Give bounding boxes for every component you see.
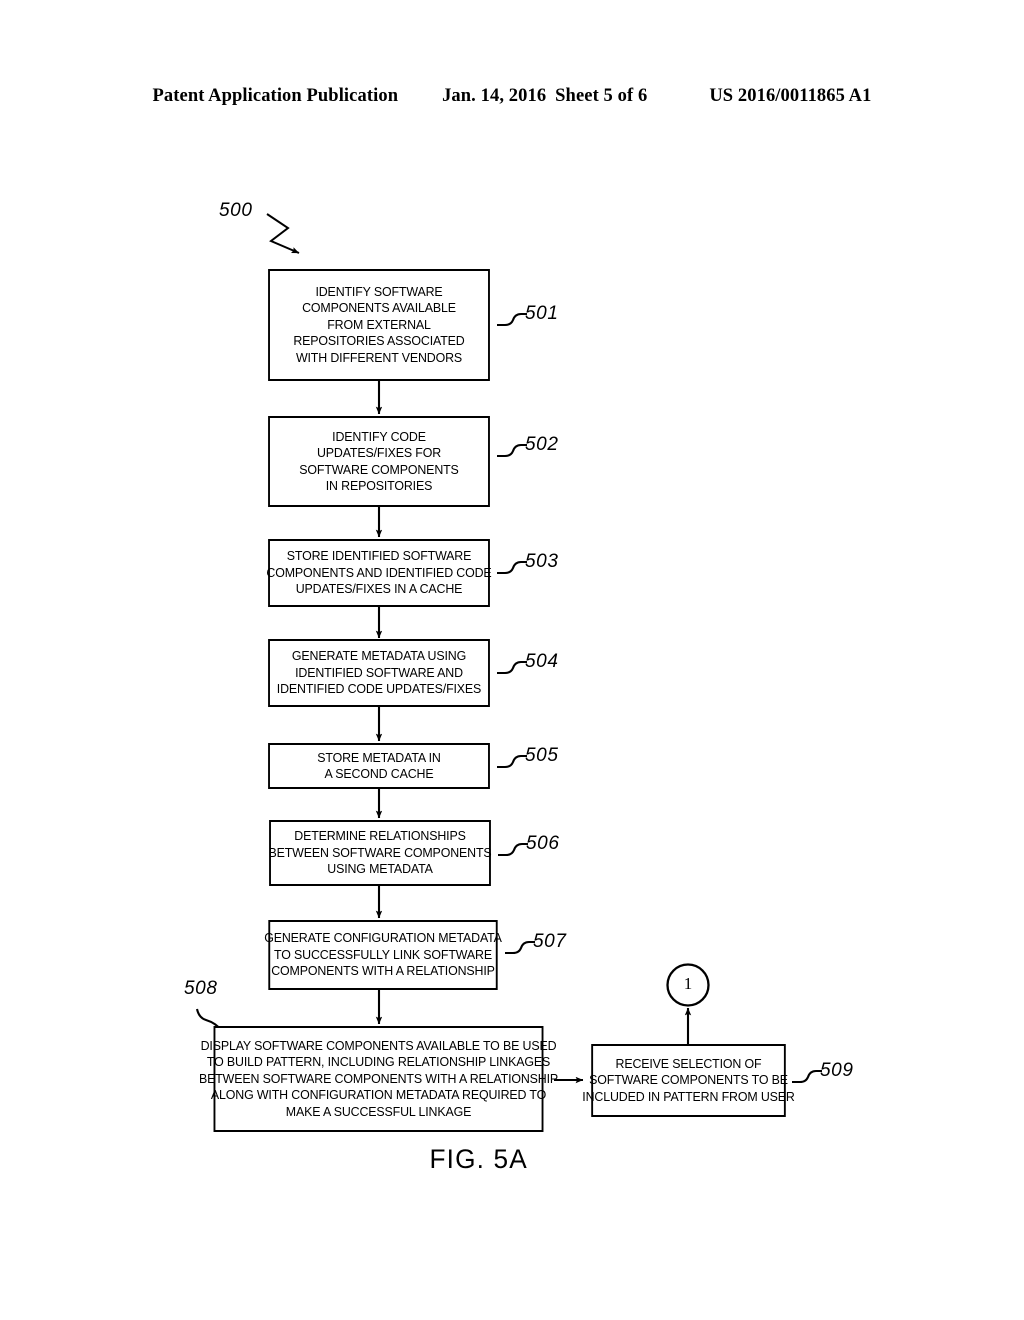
flow-box-509-line-3: INCLUDED IN PATTERN FROM USER [582,1088,795,1104]
connector-circle-label: 1 [683,974,693,993]
flow-box-502[interactable]: IDENTIFY CODE UPDATES/FIXES FOR SOFTWARE… [268,416,490,507]
flow-box-507-line-3: COMPONENTS WITH A RELATIONSHIP [271,963,495,979]
ref-number-506: 506 [526,833,560,854]
flow-box-504[interactable]: GENERATE METADATA USING IDENTIFIED SOFTW… [268,639,490,707]
ref-number-503: 503 [525,551,559,572]
flow-box-501-line-1: IDENTIFY SOFTWARE [315,283,443,299]
flowchart-ref-leader [266,213,300,254]
ref-number-508: 508 [184,978,218,999]
ref-number-502: 502 [525,434,559,455]
flow-box-509-line-1: RECEIVE SELECTION OF [615,1055,762,1071]
ref-leader-507 [505,940,535,955]
ref-leader-509 [792,1069,822,1084]
flow-box-502-line-2: UPDATES/FIXES FOR [316,445,442,461]
flow-box-503-line-3: UPDATES/FIXES IN A CACHE [295,581,463,597]
ref-number-504: 504 [525,651,559,672]
figure-caption: FIG. 5A [429,1144,528,1174]
flow-box-508[interactable]: DISPLAY SOFTWARE COMPONENTS AVAILABLE TO… [199,1026,558,1132]
flow-box-506-line-3: USING METADATA [327,861,433,877]
flow-box-501-line-3: FROM EXTERNAL [327,316,431,332]
flow-box-503-line-1: STORE IDENTIFIED SOFTWARE [286,548,472,564]
flow-box-501-line-2: COMPONENTS AVAILABLE [302,300,456,316]
flow-box-507-line-2: TO SUCCESSFULLY LINK SOFTWARE [274,946,492,962]
flow-box-504-line-1: GENERATE METADATA USING [291,648,467,664]
flow-box-508-line-5: MAKE A SUCCESSFUL LINKAGE [285,1103,472,1119]
flow-box-506-line-1: DETERMINE RELATIONSHIPS [294,828,466,844]
ref-leader-502 [497,443,527,458]
flow-box-508-line-1: DISPLAY SOFTWARE COMPONENTS AVAILABLE TO… [200,1037,557,1053]
ref-leader-506 [498,842,528,857]
ref-number-501: 501 [525,303,559,324]
ref-number-505: 505 [525,745,559,766]
flow-box-501-line-4: REPOSITORIES ASSOCIATED [293,333,465,349]
ref-number-500: 500 [219,200,253,221]
flow-box-509-line-2: SOFTWARE COMPONENTS TO BE [589,1072,788,1088]
flow-box-507[interactable]: GENERATE CONFIGURATION METADATA TO SUCCE… [264,920,502,990]
flow-box-503-line-2: COMPONENTS AND IDENTIFIED CODE [266,564,492,580]
flow-box-508-line-2: TO BUILD PATTERN, INCLUDING RELATIONSHIP… [206,1054,551,1070]
flow-box-502-line-4: IN REPOSITORIES [325,477,433,493]
ref-leader-504 [497,660,527,675]
flow-box-501[interactable]: IDENTIFY SOFTWARE COMPONENTS AVAILABLE F… [268,269,490,381]
flow-box-507-line-1: GENERATE CONFIGURATION METADATA [264,930,502,946]
flow-box-504-line-3: IDENTIFIED CODE UPDATES/FIXES [276,681,482,697]
flow-box-505[interactable]: STORE METADATA IN A SECOND CACHE [268,743,490,789]
flow-box-505-line-1: STORE METADATA IN [317,749,441,765]
ref-leader-505 [497,754,527,769]
ref-leader-503 [497,560,527,575]
ref-number-507: 507 [533,931,567,952]
flow-box-508-line-3: BETWEEN SOFTWARE COMPONENTS WITH A RELAT… [198,1070,559,1086]
flow-box-508-line-4: ALONG WITH CONFIGURATION METADATA REQUIR… [210,1087,547,1103]
flow-box-502-line-1: IDENTIFY CODE [332,428,426,444]
flow-box-504-line-2: IDENTIFIED SOFTWARE AND [295,664,463,680]
flow-box-506[interactable]: DETERMINE RELATIONSHIPS BETWEEN SOFTWARE… [268,820,492,886]
flow-box-503[interactable]: STORE IDENTIFIED SOFTWARE COMPONENTS AND… [266,539,492,607]
flow-box-505-line-2: A SECOND CACHE [324,766,434,781]
flow-box-506-line-2: BETWEEN SOFTWARE COMPONENTS [268,844,492,860]
ref-leader-501 [497,312,527,327]
flow-box-501-line-5: WITH DIFFERENT VENDORS [295,349,463,365]
flow-box-502-line-3: SOFTWARE COMPONENTS [299,461,459,477]
ref-number-509: 509 [820,1060,854,1081]
flow-box-509[interactable]: RECEIVE SELECTION OF SOFTWARE COMPONENTS… [582,1044,795,1117]
